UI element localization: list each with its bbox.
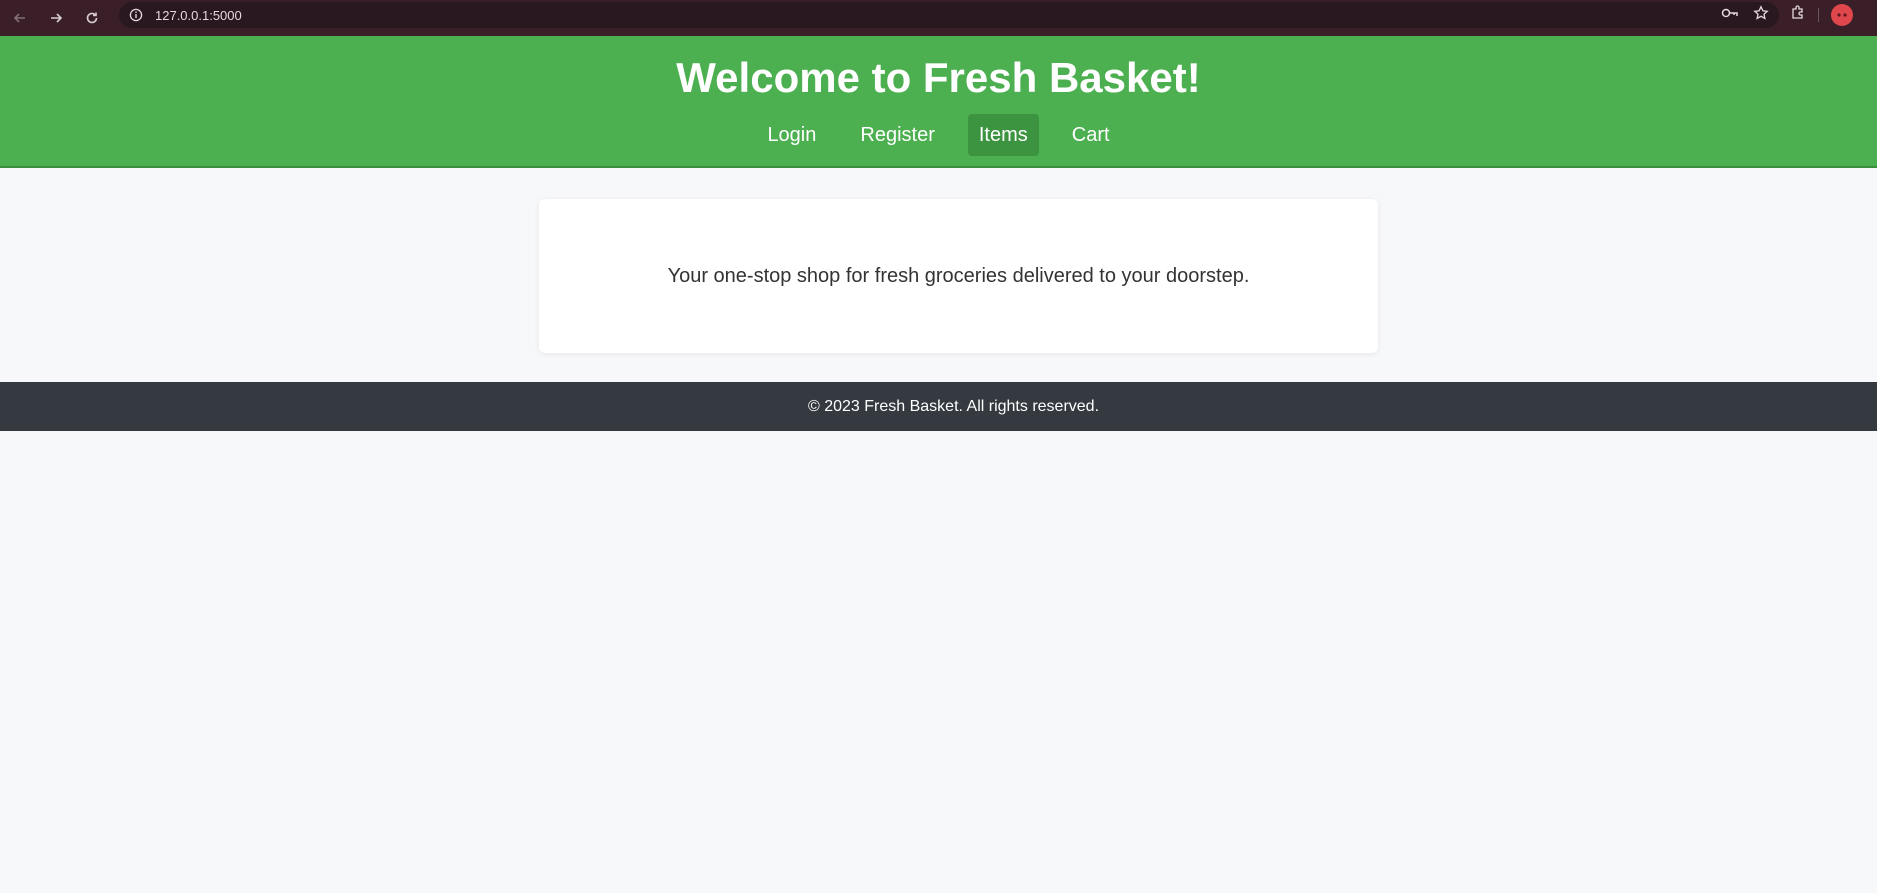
back-button[interactable] (2, 5, 38, 31)
site-info-icon[interactable] (128, 7, 144, 23)
extensions-area (1790, 2, 1853, 28)
welcome-card: Your one-stop shop for fresh groceries d… (539, 199, 1378, 353)
bookmark-star-icon[interactable] (1753, 4, 1769, 26)
page-title: Welcome to Fresh Basket! (676, 54, 1201, 101)
nav-register-link[interactable]: Register (849, 114, 945, 156)
main-nav: Login Register Items Cart (0, 114, 1877, 156)
copyright-text: © 2023 Fresh Basket. All rights reserved… (807, 397, 1100, 415)
site-header: Welcome to Fresh Basket! Login Register … (0, 36, 1877, 168)
password-key-icon[interactable] (1721, 6, 1739, 25)
toolbar-divider (1818, 8, 1819, 22)
address-bar[interactable]: 127.0.0.1:5000 (119, 2, 1779, 28)
site-footer: © 2023 Fresh Basket. All rights reserved… (0, 382, 1877, 431)
tagline: Your one-stop shop for fresh groceries d… (667, 264, 1250, 287)
browser-toolbar: 127.0.0.1:5000 (0, 0, 1877, 36)
forward-button[interactable] (38, 5, 74, 31)
profile-avatar[interactable] (1831, 4, 1853, 26)
reload-icon (86, 12, 98, 24)
reload-button[interactable] (74, 5, 110, 31)
back-icon (13, 13, 25, 23)
url-text: 127.0.0.1:5000 (155, 7, 242, 23)
forward-icon (51, 13, 63, 23)
nav-login-link[interactable]: Login (756, 114, 827, 156)
nav-cart-link[interactable]: Cart (1061, 114, 1121, 156)
extensions-icon[interactable] (1790, 4, 1806, 26)
nav-items-link[interactable]: Items (967, 114, 1039, 156)
